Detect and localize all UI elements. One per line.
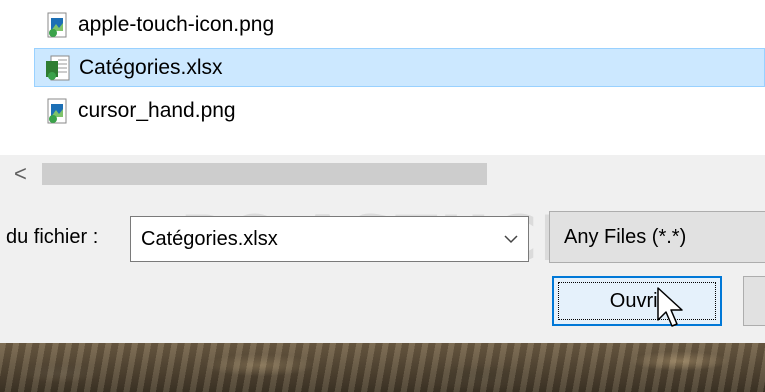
filename-input[interactable] — [141, 217, 481, 261]
filetype-value: Any Files (*.*) — [564, 226, 687, 248]
file-row-cursor-hand[interactable]: cursor_hand.png — [34, 91, 765, 130]
filename-label: du fichier : — [6, 226, 99, 248]
cancel-button[interactable] — [743, 276, 765, 326]
file-row-apple-touch-icon[interactable]: apple-touch-icon.png — [34, 5, 765, 44]
png-image-icon — [47, 12, 67, 37]
scroll-left-icon[interactable]: < — [14, 161, 36, 187]
file-name: Catégories.xlsx — [79, 55, 223, 79]
horizontal-scrollbar[interactable]: < — [0, 155, 765, 193]
cursor-arrow-icon — [657, 287, 683, 327]
background-photo — [0, 343, 765, 392]
file-list: apple-touch-icon.png Catégories.xlsx cur… — [0, 0, 765, 156]
excel-file-icon — [46, 55, 70, 80]
file-name: apple-touch-icon.png — [78, 12, 275, 36]
file-name: cursor_hand.png — [78, 98, 236, 122]
chevron-down-icon[interactable] — [502, 230, 520, 248]
filename-combobox[interactable] — [130, 216, 529, 262]
filetype-select[interactable]: Any Files (*.*) — [549, 211, 765, 263]
scrollbar-thumb[interactable] — [42, 163, 487, 185]
file-row-categories[interactable]: Catégories.xlsx — [34, 48, 765, 87]
open-button[interactable]: Ouvrir — [552, 276, 722, 326]
png-image-icon — [47, 98, 67, 123]
